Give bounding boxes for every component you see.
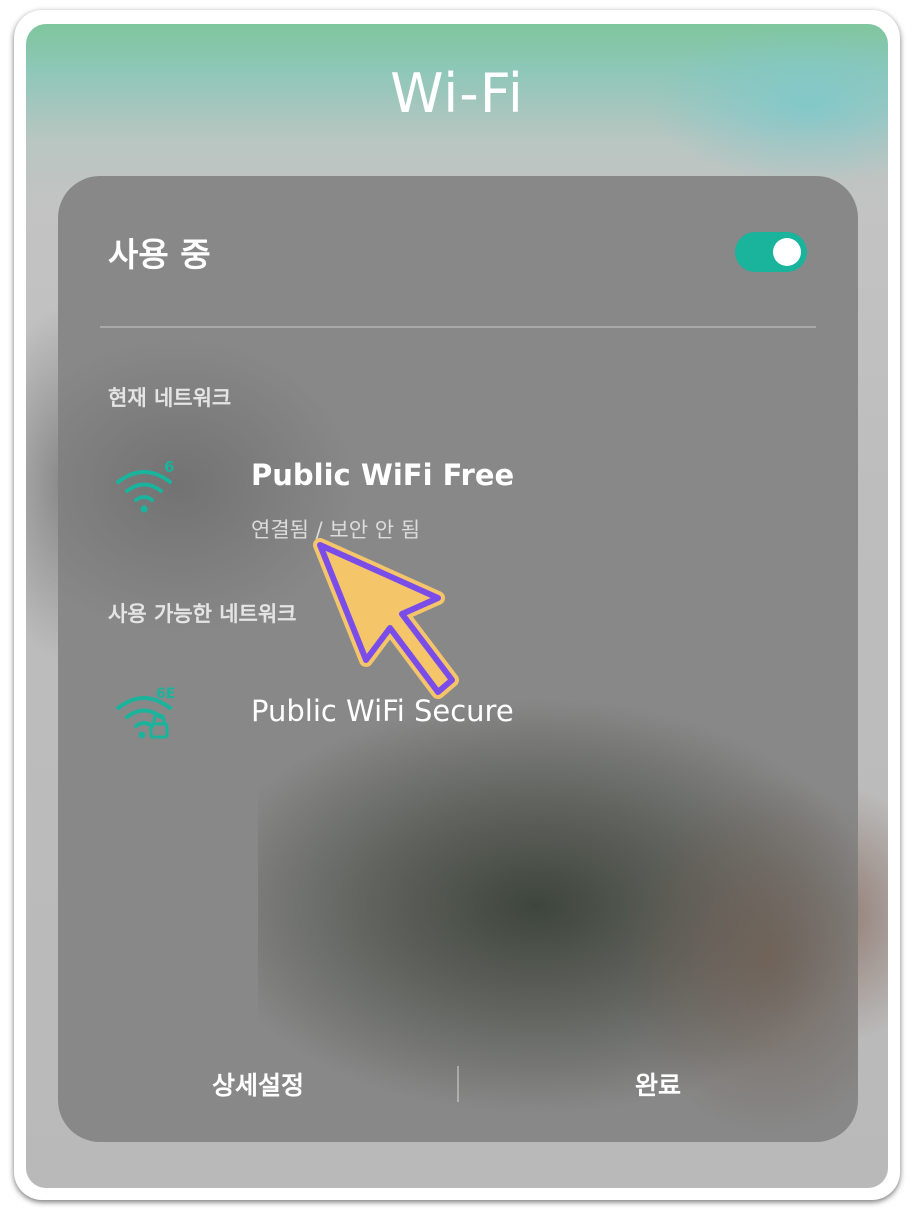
wifi-toggle-label: 사용 중 [108, 235, 211, 274]
divider [100, 326, 816, 328]
wifi-6-icon: 6 [116, 458, 174, 513]
advanced-settings-button[interactable]: 상세설정 [58, 1066, 458, 1102]
wifi-badge: 6 [164, 458, 174, 476]
current-network-heading: 현재 네트워크 [108, 386, 232, 410]
toggle-knob [773, 238, 801, 266]
done-button[interactable]: 완료 [458, 1066, 858, 1102]
wifi-badge: 6E [156, 686, 175, 702]
available-networks-heading: 사용 가능한 네트워크 [108, 602, 297, 626]
wifi-toggle[interactable] [735, 232, 807, 272]
page-title: Wi-Fi [390, 62, 524, 125]
pointer-cursor-icon [313, 538, 459, 699]
current-network-name: Public WiFi Free [251, 458, 515, 492]
wifi-6e-lock-icon: 6E [116, 686, 175, 739]
